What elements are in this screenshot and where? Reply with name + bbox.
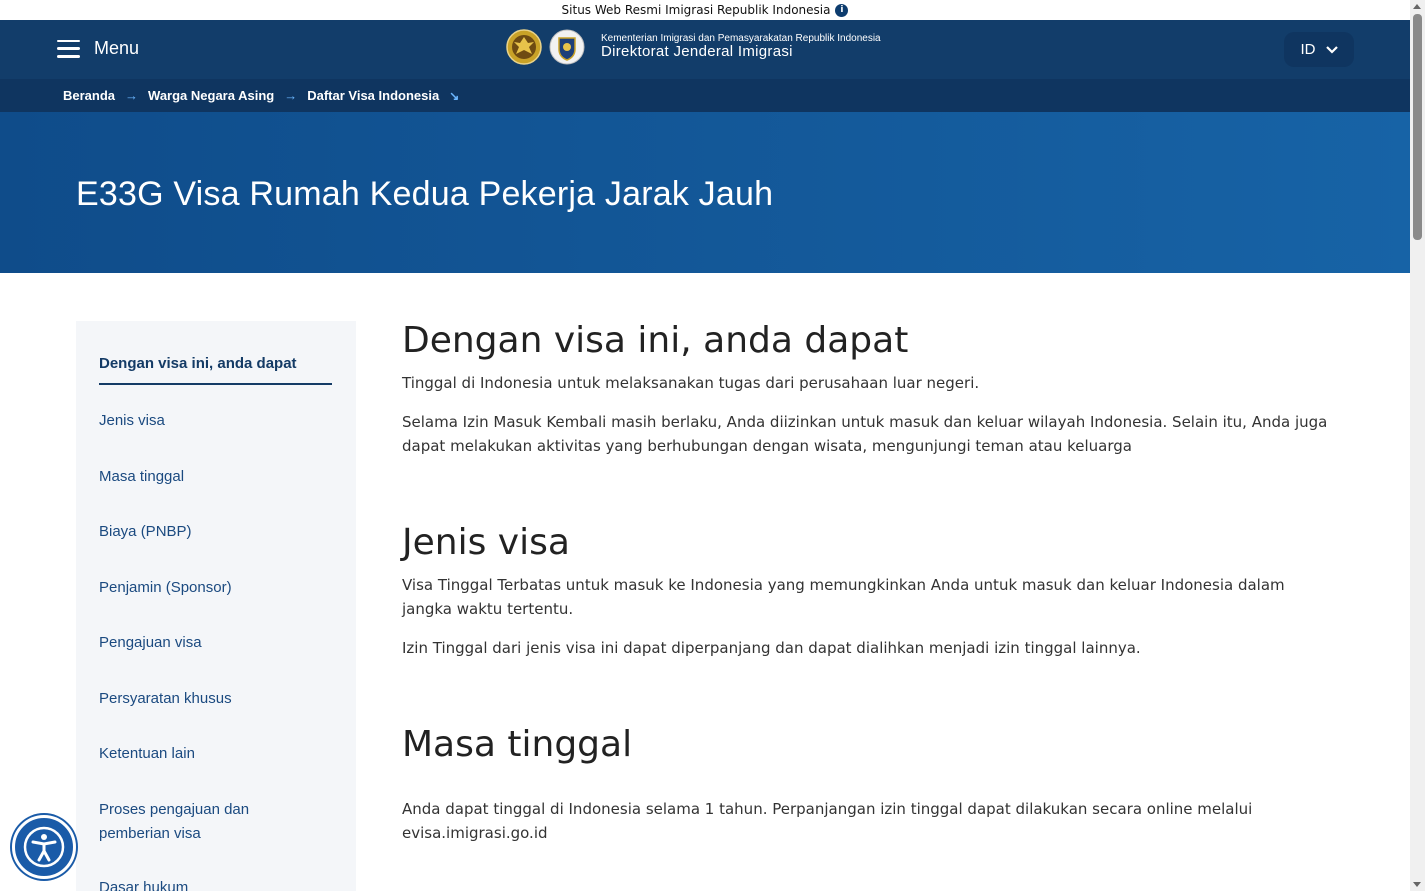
section-paragraph: Tinggal di Indonesia untuk melaksanakan …: [402, 374, 980, 392]
breadcrumb: Beranda → Warga Negara Asing → Daftar Vi…: [0, 79, 1410, 112]
directorate-name: Direktorat Jenderal Imigrasi: [601, 43, 793, 61]
page-hero: E33G Visa Rumah Kedua Pekerja Jarak Jauh: [0, 112, 1410, 273]
scroll-down-icon[interactable]: [1413, 882, 1421, 887]
page-title: E33G Visa Rumah Kedua Pekerja Jarak Jauh: [76, 175, 774, 213]
section-paragraph: Izin Tinggal dari jenis visa ini dapat d…: [402, 639, 1141, 657]
section-title-stay-period: Masa tinggal: [402, 724, 633, 765]
arrow-down-right-icon: ↘: [449, 88, 460, 103]
breadcrumb-visa-list[interactable]: Daftar Visa Indonesia: [307, 88, 439, 103]
sidebar-item-visa-type[interactable]: Jenis visa: [99, 409, 165, 433]
section-paragraph: Visa Tinggal Terbatas untuk masuk ke Ind…: [402, 576, 1285, 618]
section-paragraph: Selama Izin Masuk Kembali masih berlaku,…: [402, 413, 1328, 455]
menu-button[interactable]: Menu: [57, 38, 139, 59]
sidebar-item-legal-basis[interactable]: Dasar hukum: [99, 876, 188, 891]
breadcrumb-home[interactable]: Beranda: [63, 88, 115, 103]
breadcrumb-foreigners[interactable]: Warga Negara Asing: [148, 88, 274, 103]
page-scrollbar[interactable]: [1410, 0, 1425, 891]
sidebar-item-other-provisions[interactable]: Ketentuan lain: [99, 742, 195, 766]
official-site-banner: Situs Web Resmi Imigrasi Republik Indone…: [0, 0, 1410, 20]
hamburger-icon: [57, 39, 80, 58]
scroll-up-icon[interactable]: [1413, 4, 1421, 9]
info-icon[interactable]: i: [835, 3, 849, 17]
official-site-text: Situs Web Resmi Imigrasi Republik Indone…: [561, 3, 831, 17]
scrollbar-thumb[interactable]: [1413, 14, 1422, 240]
sidebar-toc: Dengan visa ini, anda dapat Jenis visa M…: [76, 321, 356, 891]
section-title-visa-type: Jenis visa: [402, 522, 570, 563]
sidebar-item-abilities[interactable]: Dengan visa ini, anda dapat: [99, 352, 297, 376]
language-selector[interactable]: ID: [1284, 32, 1354, 67]
section-paragraph: Anda dapat tinggal di Indonesia selama 1…: [402, 800, 1253, 842]
arrow-right-icon: →: [125, 88, 139, 103]
arrow-right-icon: →: [284, 88, 298, 103]
site-header: Menu Kementerian Imigrasi dan Pemasyarak…: [0, 20, 1410, 79]
sidebar-item-process[interactable]: Proses pengajuan dan pemberian visa: [99, 798, 299, 846]
menu-label: Menu: [94, 38, 140, 58]
active-indicator: [99, 383, 332, 385]
sidebar-item-requirements[interactable]: Persyaratan khusus: [99, 687, 232, 711]
accessibility-icon: [23, 826, 65, 868]
sidebar-item-fee[interactable]: Biaya (PNBP): [99, 520, 192, 544]
garuda-emblem-icon: [505, 28, 543, 66]
sidebar-item-application[interactable]: Pengajuan visa: [99, 631, 202, 655]
sidebar-item-sponsor[interactable]: Penjamin (Sponsor): [99, 576, 232, 600]
section-title-abilities: Dengan visa ini, anda dapat: [402, 320, 909, 361]
chevron-down-icon: [1325, 45, 1338, 54]
immigration-emblem-icon: [548, 28, 586, 66]
accessibility-button[interactable]: [12, 815, 76, 879]
sidebar-item-stay-period[interactable]: Masa tinggal: [99, 465, 184, 489]
brand-logo-link[interactable]: Kementerian Imigrasi dan Pemasyarakatan …: [505, 28, 881, 66]
language-value: ID: [1300, 41, 1316, 58]
